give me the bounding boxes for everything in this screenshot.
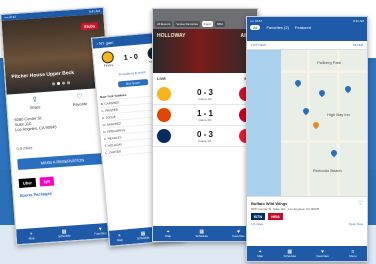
tab-map[interactable]: ⌖ Map: [28, 231, 35, 240]
game-row[interactable]: 0 - 3 Game 1/2: [153, 84, 257, 105]
tab-schedule[interactable]: ▦ Schedule: [137, 230, 150, 241]
tab-menu[interactable]: ≡ Menu: [349, 249, 357, 258]
share-button[interactable]: ⇪ Share: [29, 96, 41, 111]
map-area[interactable]: Pallberg Park Redondo Beach High Bay Inn: [247, 50, 367, 196]
carousel-dots[interactable]: [51, 81, 71, 86]
network-logos: BTN NBA: [251, 213, 363, 220]
nba-logo: NBA: [268, 213, 283, 220]
phone-schedule: All Events Venue Favorites Food NBA HOLL…: [152, 8, 258, 242]
game-score: 1 - 1: [196, 108, 213, 118]
tab-schedule[interactable]: ▦ Schedule: [58, 229, 71, 239]
game-score: 0 - 3: [196, 87, 213, 97]
road: [337, 50, 340, 196]
chip-venue-favorites[interactable]: Venue Favorites: [174, 21, 201, 27]
ocean: [247, 50, 281, 196]
status-time: 9:41 AM: [88, 8, 101, 14]
team-logo: [157, 129, 171, 143]
distance-text: 0.8 miles: [16, 144, 33, 152]
tab-favorites[interactable]: ♥Favorites: [316, 249, 328, 258]
chip-food[interactable]: Food: [202, 21, 213, 27]
lyft-logo[interactable]: lyft: [39, 176, 55, 187]
team-logo: [157, 108, 171, 122]
chip-all-events[interactable]: All Events: [155, 21, 173, 27]
venue-card[interactable]: Buffalo Wild Wings ♡ 5087 Center St. Sui…: [247, 196, 367, 229]
tab-map[interactable]: ⌖ Map: [257, 249, 263, 258]
team-away: Pirates: [101, 50, 115, 68]
tab-bar: ⌖Map ▦Schedule ♥Favorites: [153, 226, 257, 241]
segment-tabs: All Favorites (2) Featured: [250, 25, 364, 30]
tab-favorites[interactable]: ♥Favorites: [232, 229, 244, 238]
favorite-button[interactable]: ♡ Favorite: [72, 93, 88, 107]
make-reservation-button[interactable]: MAKE A RESERVATION: [17, 152, 108, 171]
tab-map[interactable]: ⌖ Map: [116, 233, 123, 242]
game-score: 1 - 0: [123, 53, 139, 62]
brand-logo: Stubs: [80, 22, 99, 31]
btn-logo: BTN: [251, 213, 266, 220]
tab-featured[interactable]: Featured: [295, 25, 311, 30]
game-row[interactable]: 1 - 1 Game 4/4: [153, 105, 257, 126]
view-options: LIST VIEW FILTER: [247, 41, 367, 50]
game-row[interactable]: 0 - 3 Game 1/1: [153, 126, 257, 147]
venue-pin[interactable]: [293, 78, 303, 88]
list-view-link[interactable]: LIST VIEW: [251, 43, 266, 47]
selected-venue-pin[interactable]: [311, 120, 321, 130]
uber-logo[interactable]: Uber: [18, 177, 37, 188]
filter-link[interactable]: FILTER: [353, 43, 363, 47]
status-bar: •••• AT&T 9:41 AM: [250, 19, 364, 23]
map-header: •••• AT&T 9:41 AM All Favorites (2) Feat…: [247, 17, 367, 41]
venue-pin[interactable]: [317, 88, 327, 98]
phone-map-view: •••• AT&T 9:41 AM All Favorites (2) Feat…: [246, 16, 368, 262]
venue-address: 5087 Center St. Suite 110 · Los Angeles,…: [251, 207, 320, 211]
team-logo: [157, 87, 171, 101]
box-score-button[interactable]: Box Score: [117, 78, 149, 88]
app-showcase: •••• AT&T 9:41 AM Stubs Pitcher House Up…: [0, 0, 376, 264]
heart-icon[interactable]: ♡: [358, 200, 363, 207]
venue-pin[interactable]: [343, 84, 353, 94]
tab-bar: ⌖ Map ▦ Schedule ♥ Favorites ≡ Menu: [247, 246, 367, 261]
tab-all[interactable]: All: [250, 25, 261, 30]
road: [281, 140, 367, 143]
tab-schedule[interactable]: ▦ Schedule: [284, 249, 297, 258]
filter-chips: All Events Venue Favorites Food NBA: [153, 9, 257, 29]
live-games-header: LIVE MLB: [157, 76, 253, 81]
distance-text: 1.6 miles: [251, 222, 264, 226]
tab-favorites[interactable]: Favorites (2): [266, 25, 288, 30]
venue-meta: 1.6 miles Open Now: [251, 222, 363, 226]
game-score: 0 - 3: [196, 129, 213, 139]
promo-banner[interactable]: HOLLOWAY AIDO: [153, 29, 257, 73]
venue-name: Buffalo Wild Wings: [251, 201, 288, 206]
road: [307, 50, 310, 196]
tab-schedule[interactable]: ▦ Schedule: [195, 229, 208, 238]
tab-map[interactable]: ⌖ Map: [165, 229, 171, 238]
chip-nba[interactable]: NBA: [214, 21, 226, 27]
tab-favorites[interactable]: ♥Favorites: [94, 226, 107, 236]
road: [281, 70, 367, 73]
venue-title: Pitcher House Upper Beck: [11, 69, 75, 81]
open-now-link[interactable]: Open Now: [349, 222, 363, 226]
